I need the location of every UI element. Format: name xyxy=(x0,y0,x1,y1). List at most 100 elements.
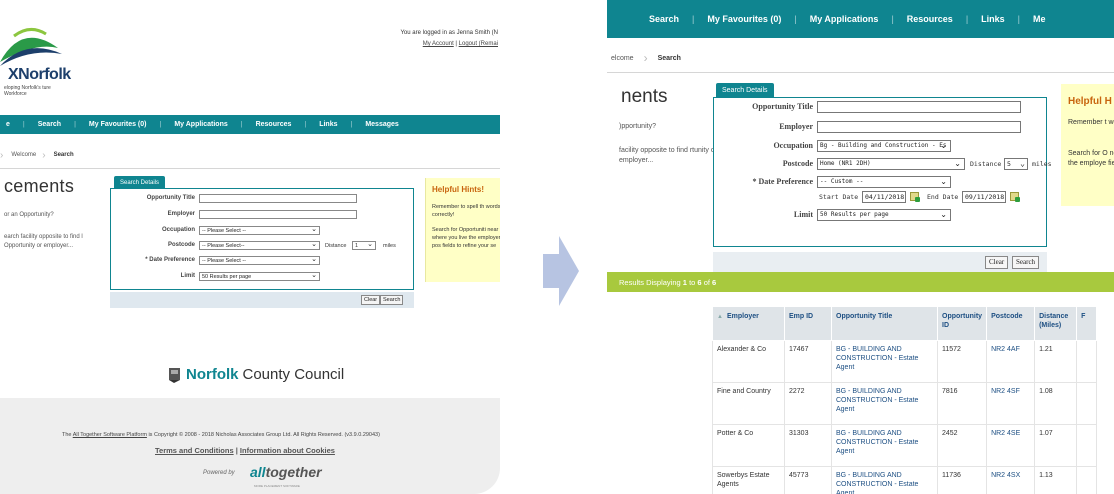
clear-button[interactable]: Clear xyxy=(361,295,381,305)
col-opportunity-title-header[interactable]: Opportunity Title xyxy=(831,306,938,341)
cell-opportunity-title-link[interactable]: BG - BUILDING AND CONSTRUCTION - Estate … xyxy=(831,382,938,425)
end-date-input[interactable]: 09/11/2018 xyxy=(962,191,1006,203)
copyright-prefix: The xyxy=(62,432,72,438)
breadcrumb-welcome[interactable]: Welcome xyxy=(3,152,42,158)
cell-opportunity-title-link[interactable]: BG - BUILDING AND CONSTRUCTION - Estate … xyxy=(831,466,938,494)
logo-tagline: eloping Norfolk's ture Workforce xyxy=(4,85,51,97)
council-name-rest: County Council xyxy=(242,366,345,383)
label-date-preference: * Date Preference xyxy=(145,257,195,263)
postcode-select[interactable]: -- Please Select-- ⌄ xyxy=(199,241,320,250)
start-date-label: Start Date xyxy=(819,193,859,201)
breadcrumb-welcome[interactable]: elcome xyxy=(607,55,644,62)
postcode-value: Home (NR1 2DH) xyxy=(820,160,871,167)
nav-item-applications[interactable]: My Applications xyxy=(797,14,892,24)
distance-select[interactable]: 5 ⌄ xyxy=(1004,158,1028,170)
calendar-icon[interactable] xyxy=(1010,192,1020,202)
chevron-down-icon: ⌄ xyxy=(311,226,317,233)
intro-question: or an Opportunity? xyxy=(4,212,54,218)
cookies-link[interactable]: Information about Cookies xyxy=(240,446,335,455)
calendar-icon[interactable] xyxy=(910,192,920,202)
breadcrumb-search: Search xyxy=(53,152,74,158)
results-to: 6 xyxy=(697,277,702,287)
employer-input[interactable] xyxy=(199,210,357,219)
col-opportunity-id-header[interactable]: Opportunity ID xyxy=(936,306,988,341)
council-crest-icon xyxy=(169,367,180,383)
terms-link[interactable]: Terms and Conditions xyxy=(155,446,234,455)
copyright-suffix: is Copyright © 2008 - 2018 Nicholas Asso… xyxy=(148,432,380,438)
results-of-word: of xyxy=(703,277,710,287)
col-f-header[interactable]: F xyxy=(1076,306,1098,341)
label-date-preference: * Date Preference xyxy=(752,177,813,186)
postcode-select[interactable]: Home (NR1 2DH) ⌄ xyxy=(817,158,965,170)
cell-opportunity-id: 11572 xyxy=(936,340,988,383)
start-date-input[interactable]: 04/11/2018 xyxy=(862,191,906,203)
date-preference-value: -- Custom -- xyxy=(820,178,864,185)
page-title: cements xyxy=(4,176,75,196)
alltogether-logo-part2: together xyxy=(265,464,322,480)
intro-text: facility opposite to find rtunity or emp… xyxy=(619,147,718,164)
col-emp-id-header[interactable]: Emp ID xyxy=(784,306,832,341)
label-postcode: Postcode xyxy=(167,242,195,248)
postcode-value: -- Please Select-- xyxy=(202,243,245,249)
cell-opportunity-title-link[interactable]: BG - BUILDING AND CONSTRUCTION - Estate … xyxy=(831,424,938,467)
footer-separator: | xyxy=(235,446,238,455)
employer-input[interactable] xyxy=(817,121,1021,133)
search-details-tab[interactable]: Search Details xyxy=(716,83,774,98)
date-preference-select[interactable]: -- Custom -- ⌄ xyxy=(817,176,951,188)
nav-item-search[interactable]: Search xyxy=(649,14,692,24)
label-limit: Limit xyxy=(180,273,195,279)
results-summary-bar: Results Displaying 1 to 6 of 6 xyxy=(607,272,1114,292)
occupation-value: -- Please Select -- xyxy=(202,228,247,234)
col-employer-header[interactable]: ▲ Employer xyxy=(712,306,785,341)
search-button[interactable]: Search xyxy=(380,295,404,305)
my-account-link[interactable]: My Account xyxy=(423,41,454,47)
nav-item-resources[interactable]: Resources xyxy=(894,14,966,24)
cell-postcode-link[interactable]: NR2 4SF xyxy=(986,382,1036,425)
cell-emp-id: 17467 xyxy=(784,340,832,383)
nav-item-messages[interactable]: Me xyxy=(1020,14,1059,24)
cell-postcode-link[interactable]: NR2 4AF xyxy=(986,340,1036,383)
cell-f xyxy=(1076,466,1098,494)
opportunity-title-input[interactable] xyxy=(817,101,1021,113)
nav-item-applications[interactable]: My Applications xyxy=(161,121,240,128)
cell-postcode-link[interactable]: NR2 4SX xyxy=(986,466,1036,494)
clear-button[interactable]: Clear xyxy=(985,256,1009,269)
limit-select[interactable]: 50 Results per page ⌄ xyxy=(199,272,320,281)
logout-link[interactable]: Logout (Remai xyxy=(459,41,498,47)
after-screenshot: Search | My Favourites (0) | My Applicatio… xyxy=(607,0,1114,494)
nav-item-links[interactable]: Links xyxy=(306,121,350,128)
chevron-down-icon: ⌄ xyxy=(311,241,317,248)
col-employer-label: Employer xyxy=(726,313,759,320)
limit-select[interactable]: 50 Results per page ⌄ xyxy=(817,209,951,221)
search-button[interactable]: Search xyxy=(1012,256,1040,269)
table-row: Alexander & Co 17467 BG - BUILDING AND C… xyxy=(712,340,1098,383)
cell-distance: 1.13 xyxy=(1034,466,1078,494)
page-title: nents xyxy=(621,86,668,107)
date-preference-select[interactable]: -- Please Select -- ⌄ xyxy=(199,256,320,265)
search-form: Opportunity Title Employer Occupation --… xyxy=(110,188,414,290)
nav-item-favourites[interactable]: My Favourites (0) xyxy=(76,121,160,128)
cell-opportunity-title-link[interactable]: BG - BUILDING AND CONSTRUCTION - Estate … xyxy=(831,340,938,383)
alltogether-logo-part1: all xyxy=(250,464,266,480)
nav-item-favourites[interactable]: My Favourites (0) xyxy=(694,14,794,24)
nav-item-search[interactable]: Search xyxy=(25,121,74,128)
occupation-select[interactable]: Bg - Building and Construction - Es ⌄ xyxy=(817,140,951,152)
opportunity-title-input[interactable] xyxy=(199,194,357,203)
distance-select[interactable]: 1 ⌄ xyxy=(352,241,376,250)
hints-title: Helpful Hints! xyxy=(432,185,484,194)
col-postcode-header[interactable]: Postcode xyxy=(986,306,1036,341)
nav-item-resources[interactable]: Resources xyxy=(243,121,305,128)
col-distance-header[interactable]: Distance (Miles) xyxy=(1034,306,1078,341)
nav-item-messages[interactable]: Messages xyxy=(352,121,411,128)
comparison-stage: XNorfolk eloping Norfolk's ture Workforc… xyxy=(0,0,1114,494)
date-preference-value: -- Please Select -- xyxy=(202,258,247,264)
occupation-select[interactable]: -- Please Select -- ⌄ xyxy=(199,226,320,235)
label-opportunity-title: Opportunity Title xyxy=(752,102,813,111)
nav-item-home[interactable]: e xyxy=(0,121,23,128)
occupation-value: Bg - Building and Construction - Es xyxy=(820,142,947,149)
platform-link[interactable]: All Together Software Platform xyxy=(73,432,147,438)
norfolk-county-council-logo: Norfolk County Council xyxy=(168,366,344,383)
divider xyxy=(607,72,1114,73)
nav-item-links[interactable]: Links xyxy=(968,14,1018,24)
cell-postcode-link[interactable]: NR2 4SE xyxy=(986,424,1036,467)
